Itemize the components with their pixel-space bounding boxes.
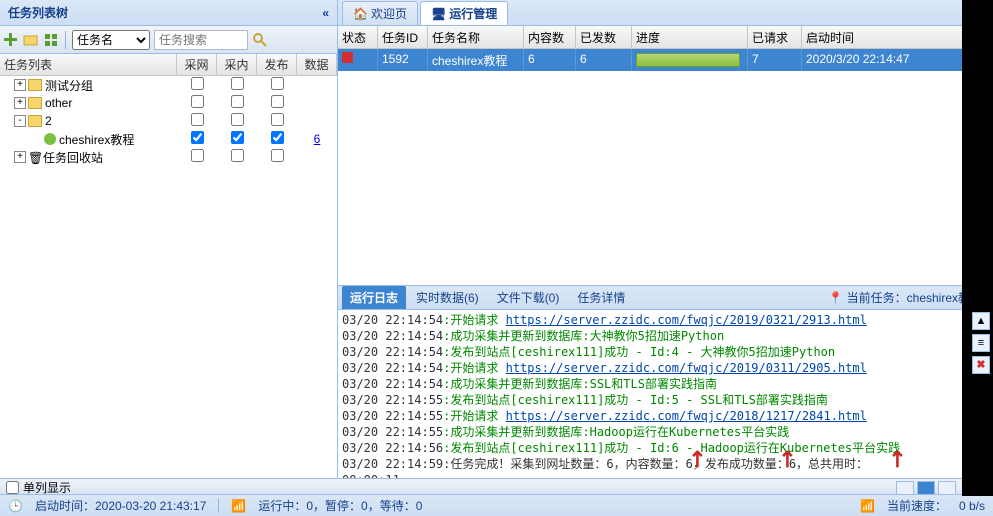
table-row[interactable]: 1592 cheshirex教程 6 6 7 2020/3/20 22:14:4… [338,49,992,71]
expander-icon[interactable]: + [14,79,26,91]
content-checkbox[interactable] [231,113,244,126]
tree-item[interactable]: -2 [0,112,337,130]
subtab-2[interactable]: 文件下载(0) [489,286,568,309]
log-line: 03/20 22:14:54:开始请求 https://server.zzidc… [342,360,966,376]
trash-icon: 🗑 [28,151,40,163]
tree-toolbar: 任务名 [0,26,337,54]
pub-checkbox[interactable] [271,149,284,162]
single-column-checkbox[interactable] [6,481,19,494]
pub-checkbox[interactable] [271,77,284,90]
home-icon: 🏠 [353,7,368,21]
log-url-link[interactable]: https://server.zzidc.com/fwqjc/2019/0311… [506,361,867,375]
log-line: 03/20 22:14:55:发布到站点[ceshirex111]成功 - Id… [342,392,966,408]
url-checkbox[interactable] [191,149,204,162]
tree-item[interactable]: +🗑任务回收站 [0,148,337,166]
pub-checkbox[interactable] [271,113,284,126]
status-indicator [342,52,353,63]
tree-item-label: 任务回收站 [43,149,103,166]
filter-select[interactable]: 任务名 [72,30,150,50]
log-line: 03/20 22:14:56:发布到站点[ceshirex111]成功 - Id… [342,440,966,456]
pub-checkbox[interactable] [271,131,284,144]
folder-icon [28,79,42,91]
content-checkbox[interactable] [231,77,244,90]
refresh-icon[interactable] [43,32,59,48]
folder-icon [28,115,42,127]
expander-icon[interactable]: + [14,151,26,163]
tree-item-label: other [45,96,72,110]
pin-icon: 📍 [828,291,843,305]
log-url-link[interactable]: https://server.zzidc.com/fwqjc/2018/1217… [506,409,867,423]
signal-icon: 📶 [860,499,875,513]
subtab-3[interactable]: 任务详情 [569,286,633,309]
content-checkbox[interactable] [231,95,244,108]
log-menu-icon[interactable]: ≡ [972,334,990,352]
log-line: 03/20 22:14:59:任务完成！采集到网址数量：6，内容数量：6，发布成… [342,456,966,472]
layout2-icon[interactable] [917,481,935,495]
log-line: 03/20 22:14:54:开始请求 https://server.zzidc… [342,312,966,328]
search-input[interactable] [154,30,248,50]
url-checkbox[interactable] [191,113,204,126]
log-up-icon[interactable]: ▲ [972,312,990,330]
tree-item-label: 2 [45,114,52,128]
clock-icon: 🕒 [8,499,23,513]
url-checkbox[interactable] [191,95,204,108]
task-icon [44,133,56,145]
collapse-left-icon[interactable]: « [322,6,329,20]
tree-panel-title: 任务列表树 [8,4,68,21]
url-checkbox[interactable] [191,77,204,90]
add-icon[interactable] [3,32,19,48]
folder-icon [28,97,42,109]
current-task-label: 📍 当前任务：cheshirex教程 [828,289,982,306]
tab-运行管理[interactable]: 🖥运行管理 [420,1,508,25]
tab-欢迎页[interactable]: 🏠欢迎页 [342,1,418,25]
tree-item-label: 测试分组 [45,77,93,94]
log-url-link[interactable]: https://server.zzidc.com/fwqjc/2019/0321… [506,313,867,327]
expander-icon[interactable]: + [14,97,26,109]
tree-item[interactable]: + 测试分组 [0,76,337,94]
url-checkbox[interactable] [191,131,204,144]
log-line: 03/20 22:14:54:成功采集并更新到数据库:大神教你5招加速Pytho… [342,328,966,344]
statusbar: 🕒 启动时间：2020-03-20 21:43:17 📶 运行中：0，暂停：0，… [0,494,993,516]
expander-icon[interactable]: - [14,115,26,127]
search-icon[interactable] [252,32,268,48]
content-checkbox[interactable] [231,149,244,162]
grid-header: 状态 任务ID 任务名称 内容数量 已发数量 进度 已请求量 启动时间 [338,26,992,49]
subtab-0[interactable]: 运行日志 [342,286,406,309]
tree-columns: 任务列表 采网址 采内容 发布 数据量 [0,54,337,76]
subtab-1[interactable]: 实时数据(6) [408,286,487,309]
log-line: 03/20 22:14:55:成功采集并更新到数据库:Hadoop运行在Kube… [342,424,966,440]
tree-item[interactable]: + other [0,94,337,112]
progress-bar [636,53,740,67]
log-clear-icon[interactable]: ✖ [972,356,990,374]
layout1-icon[interactable] [896,481,914,495]
tree-item-label: cheshirex教程 [59,131,134,148]
log-line: 03/20 22:14:55:开始请求 https://server.zzidc… [342,408,966,424]
log-line: 03/20 22:14:54:成功采集并更新到数据库:SSL和TLS部署实践指南 [342,376,966,392]
data-count-link[interactable]: 6 [314,132,321,146]
tree-item[interactable]: cheshirex教程 6 [0,130,337,148]
folder-icon[interactable] [23,32,39,48]
signal-icon: 📶 [231,499,246,513]
log-line: 03/20 22:14:54:发布到站点[ceshirex111]成功 - Id… [342,344,966,360]
pub-checkbox[interactable] [271,95,284,108]
monitor-icon: 🖥 [431,7,446,21]
content-checkbox[interactable] [231,131,244,144]
layout3-icon[interactable] [938,481,956,495]
